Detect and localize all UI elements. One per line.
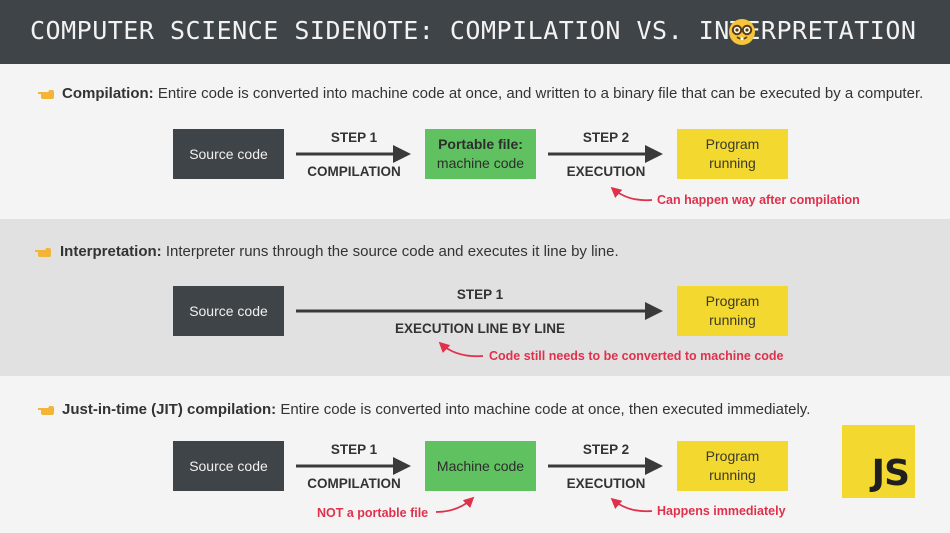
jit-description: Entire code is converted into machine co… <box>276 401 811 418</box>
step1-label: STEP 1 <box>456 287 504 302</box>
pointing-hand-icon <box>38 90 54 99</box>
program-running-box: Program running <box>677 441 788 491</box>
program-running-line1: Program <box>705 448 760 464</box>
pointing-hand-icon <box>38 406 54 415</box>
source-code-box: Source code <box>173 286 284 336</box>
program-running-line1: Program <box>705 293 760 309</box>
machine-code-box: Machine code <box>425 441 536 491</box>
step1-label: STEP 1 <box>330 130 378 145</box>
program-running-box: Program running <box>677 129 788 179</box>
step1-action: COMPILATION <box>307 164 401 179</box>
program-running-line1: Program <box>705 136 760 152</box>
header-bar: COMPUTER SCIENCE SIDENOTE: COMPILATION V… <box>0 0 950 64</box>
interpretation-note: Code still needs to be converted to mach… <box>489 349 784 363</box>
compilation-definition: Compilation: Entire code is converted in… <box>62 85 923 102</box>
source-code-label: Source code <box>189 145 268 162</box>
machine-code-label: Machine code <box>436 457 525 474</box>
step1-action: EXECUTION LINE BY LINE <box>394 321 566 336</box>
compilation-description: Entire code is converted into machine co… <box>153 85 924 102</box>
javascript-logo-text: JS <box>871 453 910 494</box>
portable-file-subtitle: machine code <box>436 155 525 171</box>
step2-label: STEP 2 <box>582 442 630 457</box>
nerd-face-icon <box>729 19 755 45</box>
program-running-line2: running <box>709 467 756 483</box>
step1-label: STEP 1 <box>330 442 378 457</box>
interpretation-term: Interpretation: <box>60 243 162 260</box>
source-code-box: Source code <box>173 129 284 179</box>
interpretation-description: Interpreter runs through the source code… <box>161 243 619 260</box>
step2-label: STEP 2 <box>582 130 630 145</box>
program-running-line2: running <box>709 155 756 171</box>
jit-term: Just-in-time (JIT) compilation: <box>62 401 277 418</box>
source-code-label: Source code <box>189 457 268 474</box>
program-running-line2: running <box>709 312 756 328</box>
step1-action: COMPILATION <box>307 476 401 491</box>
jit-note-not-portable: NOT a portable file <box>317 506 429 520</box>
jit-note-immediately: Happens immediately <box>657 504 786 518</box>
source-code-label: Source code <box>189 302 268 319</box>
portable-file-box: Portable file: machine code <box>425 129 536 179</box>
slide-title: COMPUTER SCIENCE SIDENOTE: COMPILATION V… <box>30 16 917 45</box>
compilation-term: Compilation: <box>62 85 154 102</box>
source-code-box: Source code <box>173 441 284 491</box>
portable-file-title: Portable file: <box>438 136 523 152</box>
pointing-hand-icon <box>35 248 51 257</box>
javascript-logo: JS <box>842 425 915 498</box>
step2-action: EXECUTION <box>566 164 646 179</box>
step2-action: EXECUTION <box>566 476 646 491</box>
program-running-box: Program running <box>677 286 788 336</box>
interpretation-definition: Interpretation: Interpreter runs through… <box>60 243 619 260</box>
jit-definition: Just-in-time (JIT) compilation: Entire c… <box>62 401 810 418</box>
compilation-note: Can happen way after compilation <box>657 193 860 207</box>
